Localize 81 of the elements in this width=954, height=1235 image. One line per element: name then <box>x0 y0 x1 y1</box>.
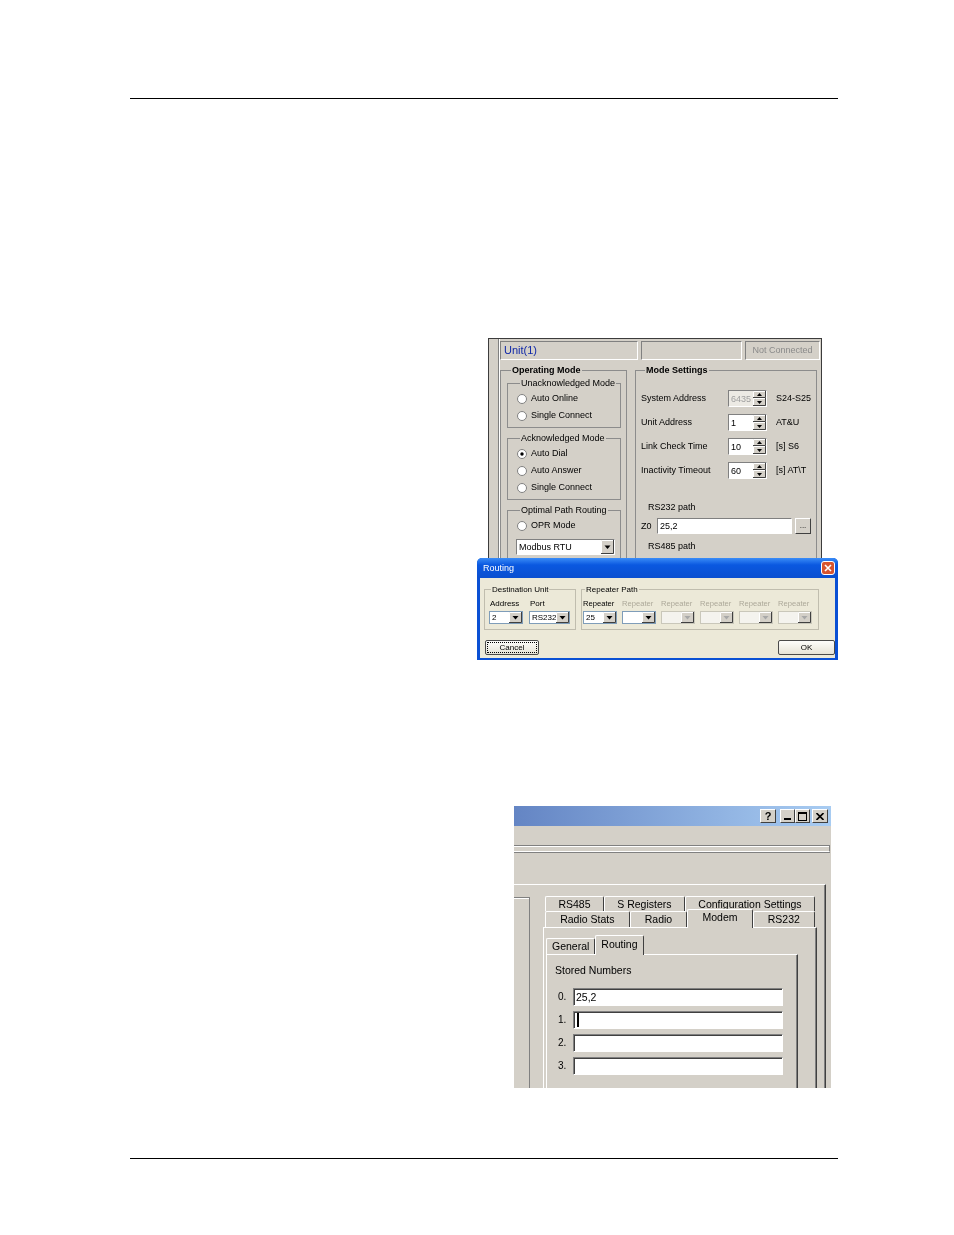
entry-index: 3. <box>558 1060 567 1072</box>
number-field[interactable] <box>573 1011 783 1029</box>
setting-label: Link Check Time <box>641 441 708 452</box>
stored-numbers-title: Stored Numbers <box>555 964 632 977</box>
radio-option[interactable]: Auto Answer <box>517 465 582 476</box>
field-label: Port <box>529 599 545 609</box>
number-field[interactable] <box>573 1057 783 1075</box>
up-down-arrows-icon[interactable] <box>753 415 766 430</box>
setting-label: Unit Address <box>641 417 693 428</box>
close-button[interactable] <box>812 809 828 823</box>
tab[interactable]: S Registers <box>603 896 685 911</box>
close-icon <box>824 564 832 572</box>
maximize-button[interactable] <box>795 809 810 823</box>
group-title: Mode Settings <box>645 365 709 376</box>
caret-down-icon[interactable] <box>509 612 522 623</box>
radio-option[interactable]: OPR Mode <box>517 520 576 531</box>
spin-field[interactable]: 10 <box>728 438 767 455</box>
help-button[interactable]: ? <box>760 809 776 823</box>
radio-option[interactable]: Single Connect <box>517 410 593 421</box>
dropdown[interactable]: 2 <box>489 611 523 624</box>
radio-icon[interactable] <box>517 465 527 476</box>
radio-icon[interactable] <box>517 410 527 421</box>
number-field[interactable] <box>573 1034 783 1052</box>
ok-button[interactable]: OK <box>778 640 835 655</box>
caret-down-icon[interactable] <box>556 612 570 623</box>
field-label: Address <box>489 599 520 609</box>
group-title: Repeater Path <box>585 585 639 594</box>
group-title: Unacknowledged Mode <box>520 378 617 389</box>
group-title: Acknowledged Mode <box>520 433 606 444</box>
register-label: AT&U <box>776 417 800 428</box>
dialog-title: Routing <box>483 563 515 573</box>
path-field[interactable]: 25,2 <box>657 517 792 534</box>
group-title: Destination Unit <box>491 585 550 594</box>
radio-icon[interactable] <box>517 482 527 493</box>
dropdown[interactable]: 25 <box>583 611 617 624</box>
path-label: RS485 path <box>648 541 696 552</box>
spin-field[interactable]: 60 <box>728 462 767 479</box>
dropdown[interactable] <box>622 611 656 624</box>
radio-icon[interactable] <box>517 393 527 404</box>
spin-field[interactable]: 1 <box>728 414 767 431</box>
tab[interactable]: Configuration Settings <box>684 896 815 911</box>
register-label: S24-S25 <box>776 393 812 404</box>
tab[interactable]: Radio Stats <box>545 911 630 927</box>
tab[interactable]: Radio <box>629 911 688 927</box>
entry-index: 2. <box>558 1037 567 1049</box>
caret-down-icon[interactable] <box>642 612 655 623</box>
up-down-arrows-icon[interactable] <box>753 463 766 478</box>
radio-icon[interactable] <box>517 448 527 459</box>
unit-title: Unit(1) <box>500 341 638 360</box>
path-prefix: Z0 <box>641 520 653 531</box>
setting-label: System Address <box>641 393 707 404</box>
tab[interactable]: RS485 <box>545 896 604 911</box>
connection-status: Not Connected <box>745 341 820 360</box>
radio-option[interactable]: Auto Online <box>517 393 579 404</box>
radio-option[interactable]: Auto Dial <box>517 448 568 459</box>
radio-option[interactable]: Single Connect <box>517 482 593 493</box>
caret-down-icon[interactable] <box>603 612 616 623</box>
register-label: [s] S6 <box>776 441 799 452</box>
entry-index: 0. <box>558 991 567 1003</box>
maximize-icon <box>798 811 807 821</box>
tab[interactable]: RS232 <box>752 911 816 927</box>
number-field[interactable]: 25,2 <box>573 988 783 1006</box>
cancel-button[interactable]: Cancel <box>485 640 539 655</box>
register-label: [s] AT\T <box>776 465 807 476</box>
browse-button[interactable]: ... <box>795 517 811 534</box>
group-title: Operating Mode <box>511 365 582 376</box>
group-title: Optimal Path Routing <box>520 505 608 516</box>
tab[interactable]: Modem <box>687 909 753 928</box>
protocol-dropdown[interactable]: Modbus RTU <box>516 539 615 555</box>
dropdown[interactable]: RS232 <box>529 611 570 624</box>
up-down-arrows-icon[interactable] <box>753 439 766 454</box>
minimize-button[interactable] <box>780 809 795 823</box>
path-label: RS232 path <box>648 502 696 513</box>
minimize-icon <box>784 818 791 820</box>
close-icon <box>816 812 824 820</box>
radio-icon[interactable] <box>517 520 527 531</box>
caret-down-icon[interactable] <box>601 540 614 554</box>
tab[interactable]: General <box>546 938 596 954</box>
tab[interactable]: Routing <box>595 935 644 955</box>
entry-index: 1. <box>558 1014 567 1026</box>
setting-label: Inactivity Timeout <box>641 465 711 476</box>
